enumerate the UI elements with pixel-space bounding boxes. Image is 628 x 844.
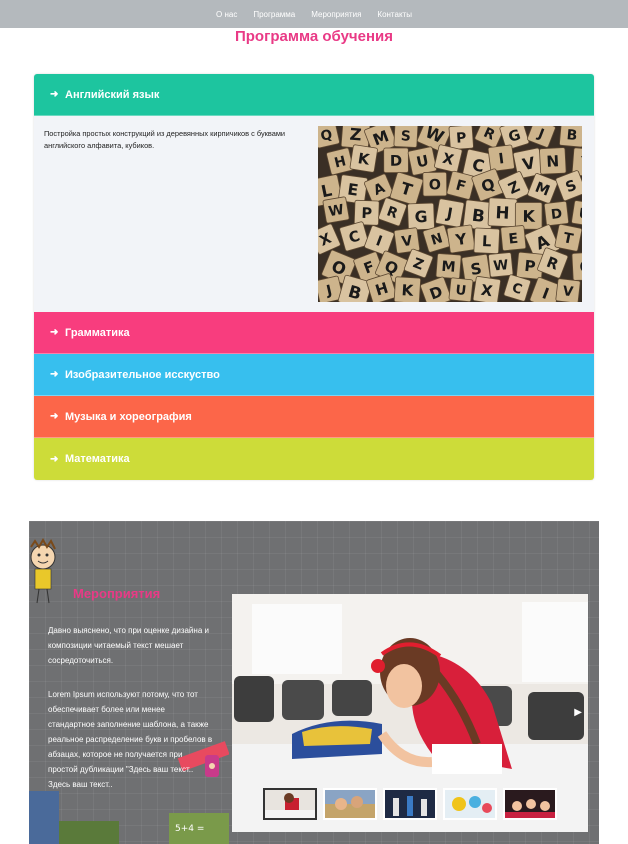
- events-paragraph: Lorem Ipsum используют потому, что тот о…: [48, 690, 213, 789]
- events-title: Мероприятия: [73, 586, 161, 601]
- sign-in-icon: ➜: [50, 411, 59, 422]
- page-title: Программа обучения: [234, 28, 394, 45]
- slider-thumbnails: [263, 788, 557, 820]
- svg-text:N: N: [546, 152, 560, 171]
- svg-text:P: P: [524, 257, 537, 276]
- slider-thumbnail[interactable]: [323, 788, 377, 820]
- sign-in-icon: ➜: [50, 327, 59, 338]
- sign-in-icon: ➜: [50, 369, 59, 380]
- svg-text:H: H: [495, 202, 510, 223]
- nav-item-contacts[interactable]: Контакты: [377, 10, 412, 19]
- accordion-header-math[interactable]: ➜ Математика: [34, 438, 594, 480]
- accordion-panel-text: Постройка простых конструкций из деревян…: [44, 129, 286, 150]
- svg-text:P: P: [456, 130, 467, 147]
- accordion-label: Математика: [65, 453, 130, 465]
- program-accordion: ➜ Английский язык Постройка простых конс…: [34, 74, 594, 480]
- svg-text:Z: Z: [349, 126, 362, 145]
- svg-text:D: D: [550, 207, 563, 223]
- nav-item-about[interactable]: О нас: [216, 10, 237, 19]
- events-section: 5+4 = Мероприятия Давно выяснено, что пр…: [29, 521, 599, 844]
- svg-text:B: B: [471, 205, 486, 226]
- nav-item-program[interactable]: Программа: [253, 10, 295, 19]
- accordion-label: Грамматика: [65, 326, 130, 339]
- svg-text:E: E: [508, 231, 519, 248]
- accordion-label: Английский язык: [65, 88, 160, 101]
- accordion-header-art[interactable]: ➜ Изобразительное исскуство: [34, 354, 594, 396]
- accordion-header-grammar[interactable]: ➜ Грамматика: [34, 312, 594, 354]
- slider-thumbnail[interactable]: [503, 788, 557, 820]
- svg-text:K: K: [522, 207, 535, 226]
- top-nav: О нас Программа Мероприятия Контакты: [0, 0, 628, 28]
- svg-text:B: B: [566, 127, 578, 144]
- svg-text:5+4 =: 5+4 =: [175, 824, 204, 834]
- events-paragraph: Давно выяснено, что при оценке дизайна и…: [48, 626, 209, 665]
- svg-text:O: O: [429, 177, 441, 193]
- accordion-header-music[interactable]: ➜ Музыка и хореография: [34, 396, 594, 438]
- svg-text:L: L: [482, 233, 493, 250]
- svg-text:P: P: [361, 205, 373, 222]
- slider-thumbnail[interactable]: [383, 788, 437, 820]
- events-photo-slider[interactable]: ▶: [232, 594, 588, 832]
- svg-text:G: G: [579, 257, 582, 277]
- slider-thumbnail[interactable]: [443, 788, 497, 820]
- accordion-label: Изобразительное исскуство: [65, 368, 220, 381]
- nav-item-events[interactable]: Мероприятия: [311, 10, 361, 19]
- accordion-label: Музыка и хореография: [65, 410, 192, 423]
- slider-thumbnail[interactable]: [263, 788, 317, 820]
- svg-text:U: U: [455, 283, 467, 299]
- sign-in-icon: ➜: [50, 89, 59, 100]
- svg-text:W: W: [493, 257, 509, 274]
- accordion-header-english[interactable]: ➜ Английский язык: [34, 74, 594, 116]
- svg-text:S: S: [400, 128, 411, 144]
- svg-text:D: D: [390, 153, 402, 170]
- slider-next-arrow-icon[interactable]: ▶: [574, 707, 582, 718]
- svg-text:W: W: [327, 202, 345, 220]
- accordion-panel-english: Постройка простых конструкций из деревян…: [34, 116, 594, 312]
- letter-blocks-image: QZMSWPRGJBHKDUXCIVNYLEATOFQZMSWPRGJBHKDU…: [318, 126, 582, 302]
- svg-text:G: G: [414, 208, 427, 226]
- school-decoration-illustration: 5+4 =: [29, 537, 229, 844]
- sign-in-icon: ➜: [50, 453, 59, 465]
- svg-text:M: M: [441, 259, 456, 276]
